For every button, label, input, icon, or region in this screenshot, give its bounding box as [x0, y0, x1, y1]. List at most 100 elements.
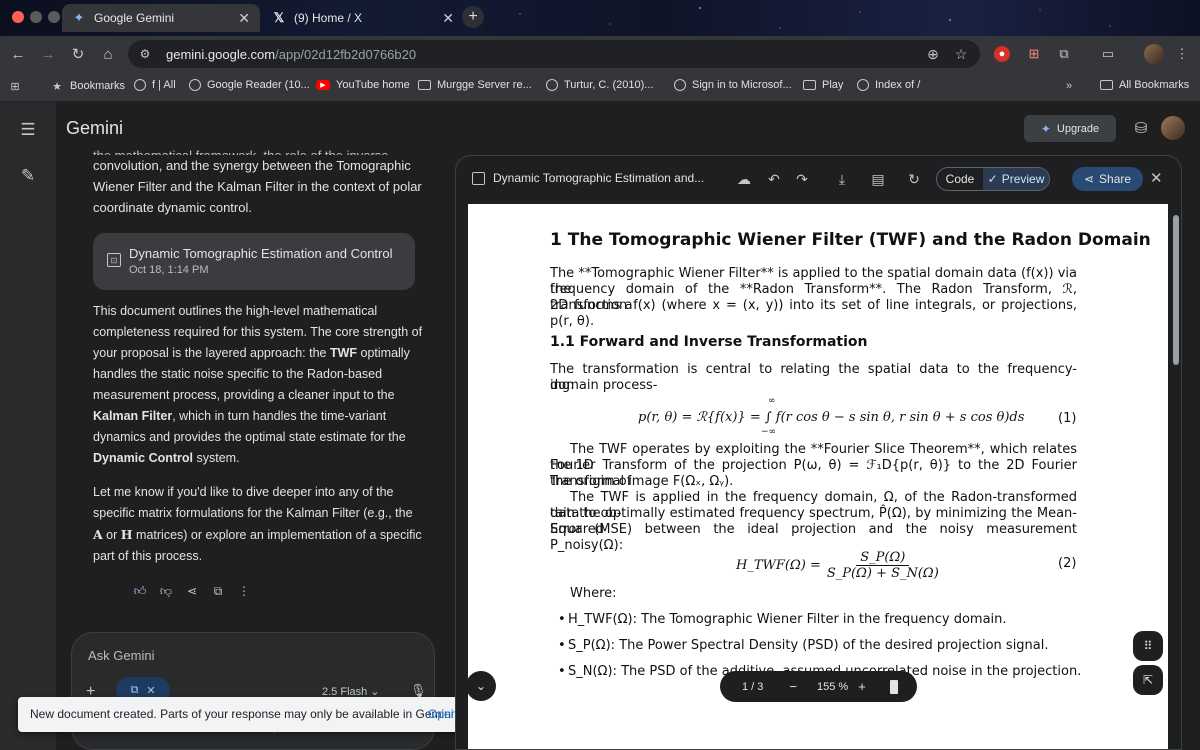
- bookmark-item[interactable]: ★ Bookmarks: [50, 79, 125, 93]
- share-icon: ⋖: [1083, 172, 1095, 186]
- copy-icon[interactable]: ⧉: [209, 582, 227, 600]
- document-card-date: Oct 18, 1:14 PM: [129, 264, 209, 276]
- select-cursor-icon[interactable]: ⇱: [1133, 665, 1163, 695]
- list-item: S_P(Ω): The Power Spectral Density (PSD)…: [558, 638, 1049, 653]
- print-icon[interactable]: ▤: [868, 169, 888, 189]
- browser-toolbar: ← → ↻ ⌂ ⚙ gemini.google.com/app/02d12fb2…: [0, 36, 1200, 72]
- address-bar[interactable]: ⚙ gemini.google.com/app/02d12fb2d0766b20…: [128, 40, 980, 68]
- bookmark-item[interactable]: Index of /: [857, 79, 920, 91]
- globe-icon: [857, 79, 869, 91]
- response-paragraph: This document outlines the high-level ma…: [93, 304, 423, 465]
- profile-avatar[interactable]: [1144, 44, 1164, 64]
- all-bookmarks[interactable]: All Bookmarks: [1100, 79, 1189, 91]
- tab-x-home[interactable]: 𝕏 (9) Home / X ✕: [264, 4, 464, 32]
- response-line: Wiener Filter and the Kalman Filter in t…: [93, 179, 422, 194]
- globe-icon: [546, 79, 558, 91]
- site-info-icon[interactable]: ⚙: [136, 45, 154, 63]
- equation-number: (1): [1058, 411, 1077, 426]
- new-chat-edit-icon[interactable]: ✎: [18, 166, 38, 186]
- canvas-title: Dynamic Tomographic Estimation and...: [472, 171, 704, 185]
- fit-page-icon[interactable]: [889, 679, 898, 694]
- response-line: convolution, and the synergy between the…: [93, 158, 411, 173]
- response-line: coordinate dynamic control.: [93, 200, 252, 215]
- snackbar-message: New document created. Parts of your resp…: [30, 707, 454, 721]
- bookmark-item[interactable]: Play: [803, 79, 843, 91]
- zoom-out-button[interactable]: −: [789, 679, 797, 694]
- forward-arrow-icon[interactable]: →: [38, 44, 58, 64]
- extensions-puzzle-icon[interactable]: ⧉: [1054, 44, 1074, 64]
- account-avatar[interactable]: [1161, 116, 1185, 140]
- bookmark-item[interactable]: ▶ YouTube home: [316, 79, 410, 91]
- back-arrow-icon[interactable]: ←: [8, 44, 28, 64]
- close-window-button[interactable]: [12, 11, 24, 23]
- tab-gemini[interactable]: ✦ Google Gemini ✕: [62, 4, 260, 32]
- extension-icon[interactable]: ●: [994, 46, 1010, 62]
- code-tab[interactable]: Code: [937, 168, 983, 190]
- subsection-heading: 1.1 Forward and Inverse Transformation: [550, 334, 868, 350]
- scroll-down-button[interactable]: ⌄: [466, 671, 496, 701]
- left-rail: ☰ ✎: [0, 102, 56, 750]
- x-logo-icon: 𝕏: [273, 10, 285, 25]
- clipped-text: the mathematical framework, the role of …: [93, 145, 423, 155]
- close-icon[interactable]: ✕: [238, 10, 250, 27]
- cloud-save-icon[interactable]: ☁: [734, 169, 754, 189]
- folder-icon: [803, 80, 816, 90]
- share-icon[interactable]: ⋖: [183, 582, 201, 600]
- url-text[interactable]: gemini.google.com/app/02d12fb2d0766b20: [166, 47, 416, 62]
- folder-icon: [1100, 80, 1113, 90]
- menu-icon[interactable]: ☰: [18, 120, 38, 140]
- bookmark-item[interactable]: Turtur, C. (2010)...: [546, 79, 653, 91]
- canvas-panel: Dynamic Tomographic Estimation and... ☁ …: [455, 155, 1182, 750]
- bookmarks-bar: ⊞ ★ Bookmarks f | All Google Reader (10..…: [0, 72, 1200, 102]
- refresh-icon[interactable]: ↻: [904, 169, 924, 189]
- check-icon: ✓: [987, 172, 998, 186]
- dots-grid-icon[interactable]: ⠿: [1133, 631, 1163, 661]
- bookmark-item[interactable]: f | All: [134, 79, 176, 91]
- tab-search-icon[interactable]: ▭: [1098, 44, 1118, 64]
- undo-icon[interactable]: ↶: [764, 169, 784, 189]
- redo-icon[interactable]: ↷: [792, 169, 812, 189]
- home-icon[interactable]: ⌂: [98, 44, 118, 64]
- close-panel-icon[interactable]: ✕: [1150, 169, 1163, 187]
- response-paragraph: Let me know if you'd like to dive deeper…: [93, 485, 422, 563]
- upgrade-button[interactable]: ✦ Upgrade: [1024, 115, 1116, 142]
- document-card-title: Dynamic Tomographic Estimation and Contr…: [129, 246, 393, 261]
- bookmark-item[interactable]: Google Reader (10...: [189, 79, 310, 91]
- extension-grid-icon[interactable]: ⊞: [1024, 44, 1044, 64]
- bookmark-star-icon[interactable]: ☆: [952, 45, 970, 63]
- apps-grid-icon[interactable]: ⊞: [8, 79, 28, 93]
- minimize-window-button[interactable]: [30, 11, 42, 23]
- zoom-in-button[interactable]: +: [858, 679, 866, 694]
- youtube-icon: ▶: [316, 80, 330, 90]
- gemini-sparkle-icon: ✦: [73, 10, 85, 25]
- document-icon: [472, 171, 485, 185]
- more-menu-icon[interactable]: ⋮: [1172, 44, 1192, 64]
- body-text: ing:: [550, 378, 575, 393]
- close-icon[interactable]: ✕: [442, 10, 454, 27]
- prompt-input[interactable]: Ask Gemini: [88, 648, 154, 663]
- snackbar: New document created. Parts of your resp…: [18, 697, 520, 732]
- reload-icon[interactable]: ↻: [68, 44, 88, 64]
- document-scrollbar[interactable]: [1172, 203, 1180, 713]
- globe-icon: [189, 79, 201, 91]
- maximize-window-button[interactable]: [48, 11, 60, 23]
- globe-icon: [674, 79, 686, 91]
- section-heading: 1 The Tomographic Wiener Filter (TWF) an…: [550, 230, 1151, 250]
- bookmark-item[interactable]: Murgge Server re...: [418, 79, 532, 91]
- new-tab-button[interactable]: +: [462, 6, 484, 28]
- thumbs-down-icon[interactable]: 👎︎: [157, 582, 175, 600]
- zoom-icon[interactable]: ⊕: [924, 45, 942, 63]
- document-card[interactable]: ⊡ Dynamic Tomographic Estimation and Con…: [93, 233, 415, 290]
- bookmark-item[interactable]: Sign in to Microsof...: [674, 79, 792, 91]
- close-icon[interactable]: ✕: [146, 684, 155, 697]
- gem-bag-icon[interactable]: ⛁: [1131, 118, 1151, 138]
- download-icon[interactable]: ⤓: [832, 169, 852, 189]
- tab-strip: ✦ Google Gemini ✕ 𝕏 (9) Home / X ✕ +: [0, 0, 1200, 36]
- preview-tab[interactable]: ✓ Preview: [983, 168, 1049, 190]
- thumbs-up-icon[interactable]: 👍︎: [131, 582, 149, 600]
- document-page: 1 The Tomographic Wiener Filter (TWF) an…: [468, 204, 1168, 749]
- more-vert-icon[interactable]: ⋮: [235, 582, 253, 600]
- zoom-level: 155 %: [817, 680, 849, 693]
- share-button[interactable]: ⋖ Share: [1072, 167, 1143, 191]
- chevron-double-right-icon[interactable]: »: [1062, 79, 1082, 93]
